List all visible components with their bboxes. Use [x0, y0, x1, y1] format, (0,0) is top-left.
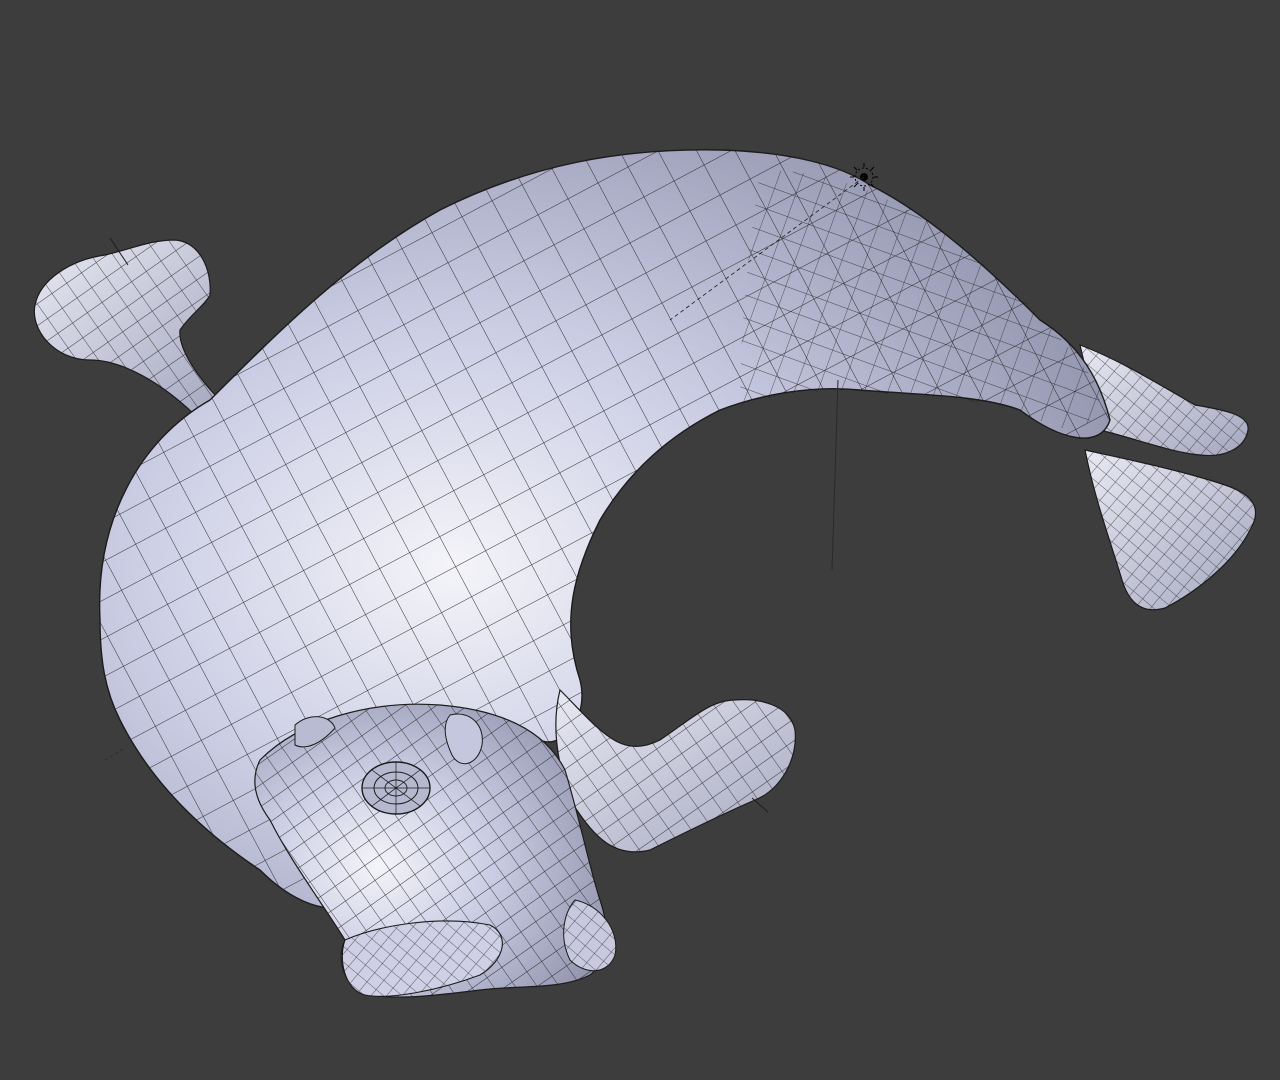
rear-flipper-upper[interactable]	[1079, 344, 1249, 457]
axis-marker-right-flipper	[751, 797, 769, 813]
eye[interactable]	[361, 761, 431, 815]
camera-line-icon	[831, 379, 839, 571]
right-front-flipper[interactable]	[555, 688, 796, 853]
left-front-flipper[interactable]	[33, 239, 221, 421]
rear-flipper-lower[interactable]	[1084, 449, 1257, 611]
viewport-canvas[interactable]	[0, 0, 1280, 1080]
3d-viewport[interactable]	[0, 0, 1280, 1080]
axis-marker-left	[104, 747, 126, 761]
